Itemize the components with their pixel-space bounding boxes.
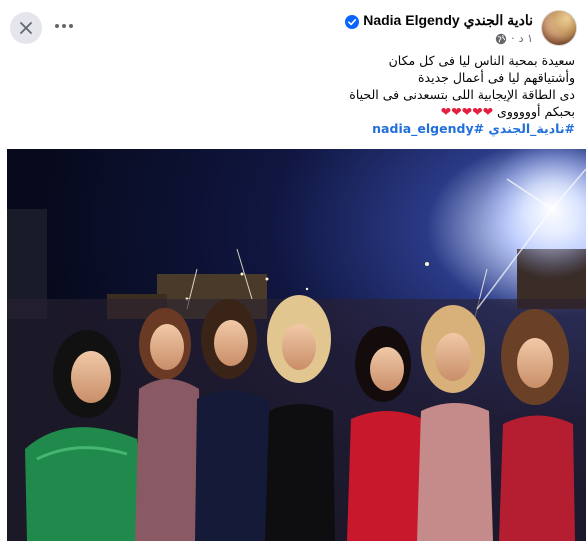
hashtag-link[interactable]: #نادية_الجندي #nadia_elgendy xyxy=(15,120,575,137)
hearts-emoji: ❤❤❤❤❤ xyxy=(440,104,494,119)
close-button[interactable] xyxy=(10,12,42,44)
post-text-line-2: وأشتياقهم ليا فى أعمال جديدة xyxy=(418,70,575,85)
post-text-line-3: دى الطاقة الإيجابية اللى بتسعدنى فى الحي… xyxy=(349,87,575,102)
meta-separator: · xyxy=(511,32,515,45)
author-name[interactable]: نادية الجندي Nadia Elgendy xyxy=(363,12,533,29)
post-header: نادية الجندي Nadia Elgendy ١ د · xyxy=(0,8,587,52)
post-text-line-4: بحبكم أوووووى ❤❤❤❤❤ xyxy=(15,103,575,120)
close-icon xyxy=(20,22,32,34)
avatar-photo xyxy=(542,11,576,45)
verified-badge-icon xyxy=(345,14,360,29)
author-avatar[interactable] xyxy=(541,10,577,46)
facebook-post: نادية الجندي Nadia Elgendy ١ د · سعيدة ب… xyxy=(0,0,587,545)
post-time[interactable]: ١ د xyxy=(519,32,533,45)
author-row: نادية الجندي Nadia Elgendy xyxy=(345,12,533,29)
post-text-line-1: سعيدة بمحبة الناس ليا فى كل مكان xyxy=(388,53,575,68)
group-photo[interactable] xyxy=(7,149,586,541)
globe-icon[interactable] xyxy=(495,33,507,45)
post-text-love: بحبكم أوووووى xyxy=(497,104,575,119)
post-meta: ١ د · xyxy=(495,32,533,45)
more-horizontal-icon[interactable] xyxy=(52,18,76,34)
post-text: سعيدة بمحبة الناس ليا فى كل مكان وأشتياق… xyxy=(15,52,575,137)
